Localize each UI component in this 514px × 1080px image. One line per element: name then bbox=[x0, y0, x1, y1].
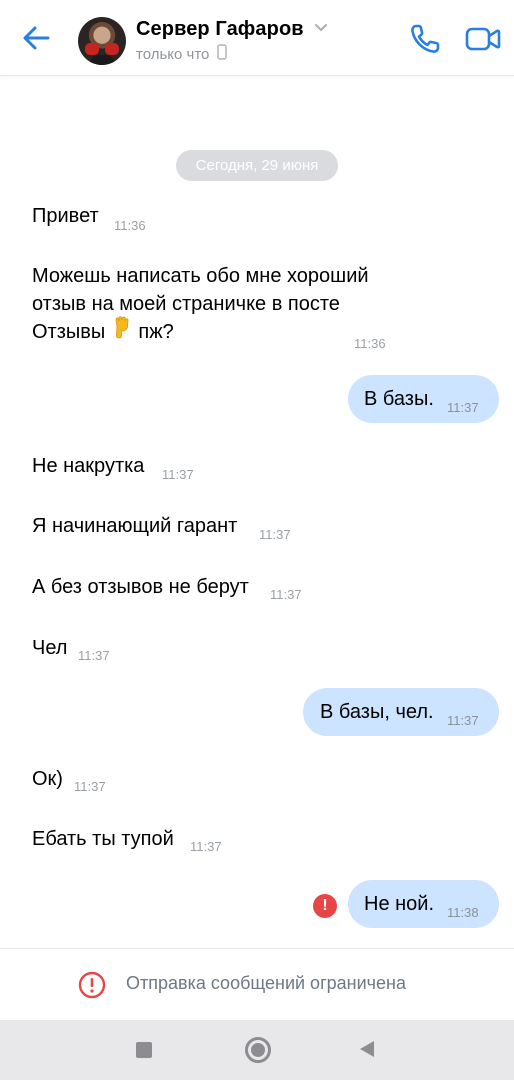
message-time: 11:37 bbox=[190, 839, 222, 854]
message-time: 11:36 bbox=[354, 336, 386, 351]
incoming-message[interactable]: А без отзывов не берут 11:37 bbox=[32, 573, 302, 602]
phone-small-icon bbox=[217, 44, 228, 65]
incoming-message[interactable]: Привет 11:36 bbox=[32, 202, 146, 233]
message-text: Не накрутка bbox=[32, 455, 145, 477]
message-time: 11:38 bbox=[447, 905, 479, 920]
system-navigation-bar bbox=[0, 1020, 514, 1080]
message-text-line: пж? bbox=[138, 321, 174, 343]
message-time: 11:37 bbox=[74, 779, 106, 794]
online-status: только что bbox=[136, 46, 210, 63]
message-text: В базы. bbox=[364, 388, 434, 410]
message-text: Привет bbox=[32, 205, 99, 227]
outgoing-message[interactable]: Не ной. 11:38 bbox=[348, 880, 499, 928]
message-time: 11:37 bbox=[162, 467, 194, 482]
incoming-message[interactable]: Не накрутка 11:37 bbox=[32, 452, 194, 482]
nav-home-icon[interactable] bbox=[245, 1037, 271, 1063]
back-arrow-icon[interactable] bbox=[18, 20, 54, 56]
message-text: Я начинающий гарант bbox=[32, 515, 238, 537]
incoming-message[interactable]: Ок) 11:37 bbox=[32, 765, 106, 794]
message-time: 11:37 bbox=[447, 400, 479, 415]
message-text: Не ной. bbox=[364, 893, 435, 915]
message-time: 11:37 bbox=[447, 713, 479, 728]
nav-recents-icon[interactable] bbox=[136, 1042, 152, 1058]
restricted-label: Отправка сообщений ограничена bbox=[126, 973, 406, 993]
error-icon[interactable]: ! bbox=[313, 894, 337, 918]
message-time: 11:37 bbox=[78, 648, 110, 663]
message-text: Ок) bbox=[32, 768, 63, 790]
message-time: 11:37 bbox=[259, 527, 291, 542]
incoming-message[interactable]: Я начинающий гарант 11:37 bbox=[32, 512, 291, 542]
backhand-index-pointing-down-icon bbox=[113, 315, 131, 347]
restricted-icon bbox=[78, 971, 106, 1004]
chevron-down-icon bbox=[314, 20, 328, 38]
chat-header: Сервер Гафаров только что bbox=[0, 0, 514, 76]
message-text-line: отзыв на моей страничке в посте bbox=[32, 293, 340, 315]
contact-name: Сервер Гафаров bbox=[136, 18, 304, 40]
message-text: А без отзывов не берут bbox=[32, 576, 249, 598]
date-separator: Сегодня, 29 июня bbox=[176, 150, 338, 181]
contact-title[interactable]: Сервер Гафаров только что bbox=[136, 18, 328, 65]
message-text: В базы, чел. bbox=[320, 701, 434, 723]
nav-back-icon[interactable] bbox=[358, 1040, 376, 1063]
message-time: 11:36 bbox=[114, 218, 146, 233]
incoming-message[interactable]: Ебать ты тупой 11:37 bbox=[32, 825, 222, 854]
video-call-icon[interactable] bbox=[463, 20, 503, 58]
incoming-message[interactable]: Чел 11:37 bbox=[32, 634, 110, 663]
message-text-line: Отзывы bbox=[32, 321, 106, 343]
messaging-restricted-bar: Отправка сообщений ограничена bbox=[0, 948, 514, 1020]
call-icon[interactable] bbox=[406, 20, 444, 58]
incoming-message[interactable]: Можешь написать обо мне хороший отзыв на… bbox=[32, 262, 392, 351]
outgoing-message[interactable]: В базы, чел. 11:37 bbox=[303, 688, 499, 736]
message-text: Ебать ты тупой bbox=[32, 828, 174, 850]
message-time: 11:37 bbox=[270, 587, 302, 602]
message-text: Чел bbox=[32, 637, 68, 659]
outgoing-message[interactable]: В базы. 11:37 bbox=[348, 375, 499, 423]
avatar[interactable] bbox=[78, 17, 126, 65]
message-text-line: Можешь написать обо мне хороший bbox=[32, 265, 369, 287]
